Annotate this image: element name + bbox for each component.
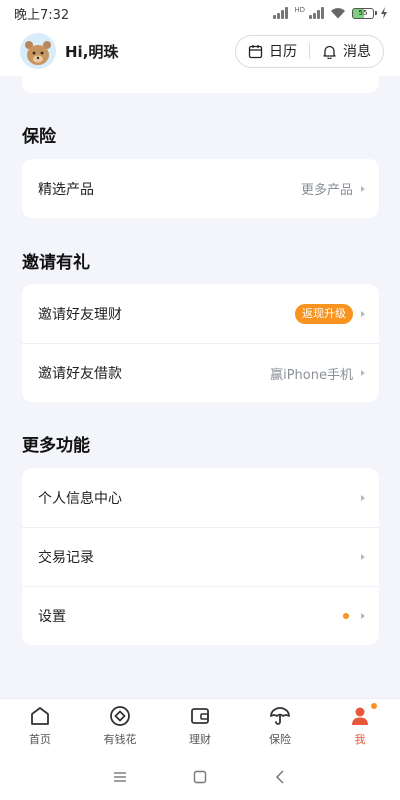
signal-icon	[273, 7, 289, 19]
calendar-icon	[248, 44, 263, 58]
nav-label: 保险	[269, 733, 291, 746]
more-card: 个人信息中心 交易记录 设置	[22, 468, 379, 645]
row-label: 个人信息中心	[38, 490, 122, 507]
user-info[interactable]: Hi,明珠	[20, 33, 118, 69]
network-type-label: HD	[294, 6, 305, 14]
app-header: Hi,明珠 日历 消息	[0, 26, 400, 76]
greeting-text: Hi,明珠	[65, 42, 119, 61]
nav-label: 理财	[189, 733, 211, 746]
messages-label: 消息	[343, 44, 371, 60]
umbrella-icon	[270, 707, 290, 725]
bear-avatar-icon	[20, 33, 56, 69]
list-item-transactions[interactable]: 交易记录	[22, 527, 379, 586]
list-item-invite-invest[interactable]: 邀请好友理财 返现升级	[22, 284, 379, 343]
calendar-button[interactable]: 日历	[248, 41, 297, 61]
back-chevron-icon	[275, 769, 284, 784]
nav-item-home[interactable]: 首页	[0, 699, 80, 753]
notification-dot	[343, 613, 349, 619]
row-right-text: 赢iPhone手机	[270, 367, 353, 383]
chevron-right-icon	[361, 613, 365, 619]
diamond-circle-icon	[110, 706, 130, 726]
avatar[interactable]	[20, 33, 56, 69]
section-title-invite: 邀请有礼	[22, 253, 90, 273]
chevron-right-icon	[361, 310, 365, 317]
row-label: 交易记录	[38, 550, 94, 566]
row-right: 赢iPhone手机	[270, 364, 365, 383]
nav-label: 有钱花	[103, 733, 137, 746]
calendar-label: 日历	[269, 44, 297, 60]
status-bar: 晚上7:32 HD 55	[0, 0, 400, 26]
recent-apps-button[interactable]	[110, 767, 130, 787]
home-icon	[31, 707, 49, 725]
square-icon	[193, 770, 207, 783]
row-label: 精选产品	[38, 181, 94, 198]
chevron-right-icon	[361, 370, 365, 376]
chevron-right-icon	[361, 554, 365, 560]
list-item-settings[interactable]: 设置	[22, 586, 379, 645]
row-right: 返现升级	[295, 303, 365, 324]
nav-item-insurance[interactable]: 保险	[240, 699, 320, 753]
invite-card: 邀请好友理财 返现升级 邀请好友借款 赢iPhone手机	[22, 284, 379, 402]
chevron-right-icon	[361, 494, 365, 501]
person-icon	[352, 707, 368, 725]
notification-dot	[371, 703, 377, 709]
row-right	[361, 554, 365, 560]
nav-item-credit[interactable]: 有钱花	[80, 699, 160, 753]
header-actions: 日历 消息	[235, 34, 384, 68]
list-item-profile-center[interactable]: 个人信息中心	[22, 468, 379, 527]
nav-item-me[interactable]: 我	[320, 699, 400, 753]
signal-icon-2	[309, 7, 324, 19]
nav-item-finance[interactable]: 理财	[160, 699, 240, 753]
section-title-more: 更多功能	[22, 436, 90, 456]
row-right	[361, 494, 365, 501]
header-divider	[309, 43, 310, 59]
section-title-insurance: 保险	[22, 127, 56, 147]
nav-label: 首页	[29, 733, 51, 746]
battery-icon: 55	[352, 7, 377, 19]
back-button[interactable]	[270, 767, 290, 787]
bottom-nav: 首页 有钱花 理财 保险 我	[0, 698, 400, 753]
row-right	[343, 613, 365, 619]
previous-card-bottom	[22, 76, 379, 93]
promo-badge: 返现升级	[295, 303, 353, 324]
bell-icon	[323, 45, 336, 59]
wallet-icon	[191, 708, 209, 724]
system-nav-bar	[0, 753, 400, 800]
status-time: 晚上7:32	[14, 7, 70, 23]
chevron-right-icon	[361, 185, 365, 192]
row-label: 邀请好友借款	[38, 366, 122, 382]
menu-icon	[114, 771, 126, 782]
status-icons: HD 55	[273, 7, 388, 19]
wifi-icon	[331, 8, 345, 19]
person-icon-wrap	[349, 703, 377, 727]
charging-icon	[381, 7, 387, 19]
list-item-invite-loan[interactable]: 邀请好友借款 赢iPhone手机	[22, 343, 379, 402]
row-label: 设置	[38, 609, 66, 625]
battery-level: 55	[358, 9, 368, 17]
row-right: 更多产品	[301, 179, 365, 198]
row-right-text: 更多产品	[300, 183, 353, 198]
home-button[interactable]	[190, 767, 210, 787]
messages-button[interactable]: 消息	[322, 41, 371, 61]
list-item-featured-products[interactable]: 精选产品 更多产品	[22, 159, 379, 218]
insurance-card: 精选产品 更多产品	[22, 159, 379, 218]
row-label: 邀请好友理财	[38, 306, 122, 323]
nav-label: 我	[354, 733, 366, 746]
